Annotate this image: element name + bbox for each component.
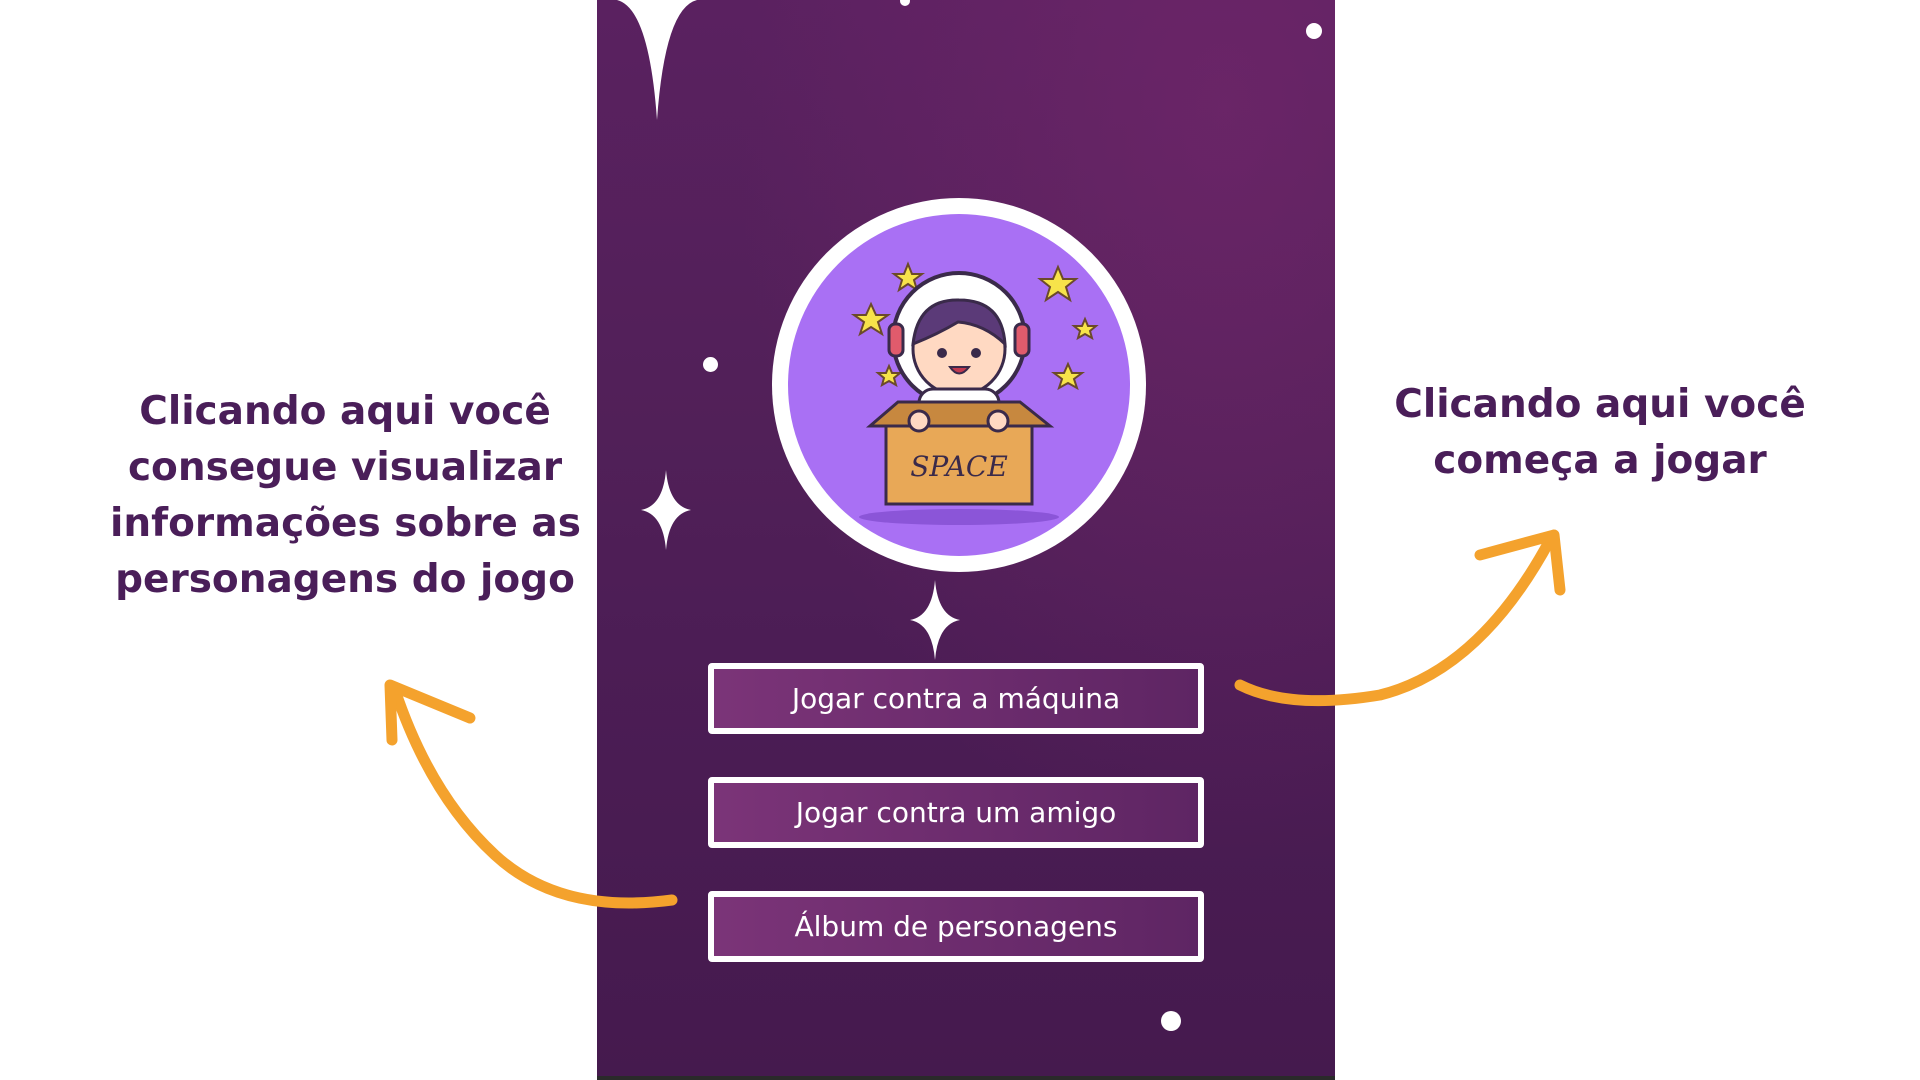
- annotation-arrows: [384, 529, 1566, 909]
- arrow-left-icon: [389, 684, 678, 909]
- arrow-right-icon: [1234, 534, 1556, 707]
